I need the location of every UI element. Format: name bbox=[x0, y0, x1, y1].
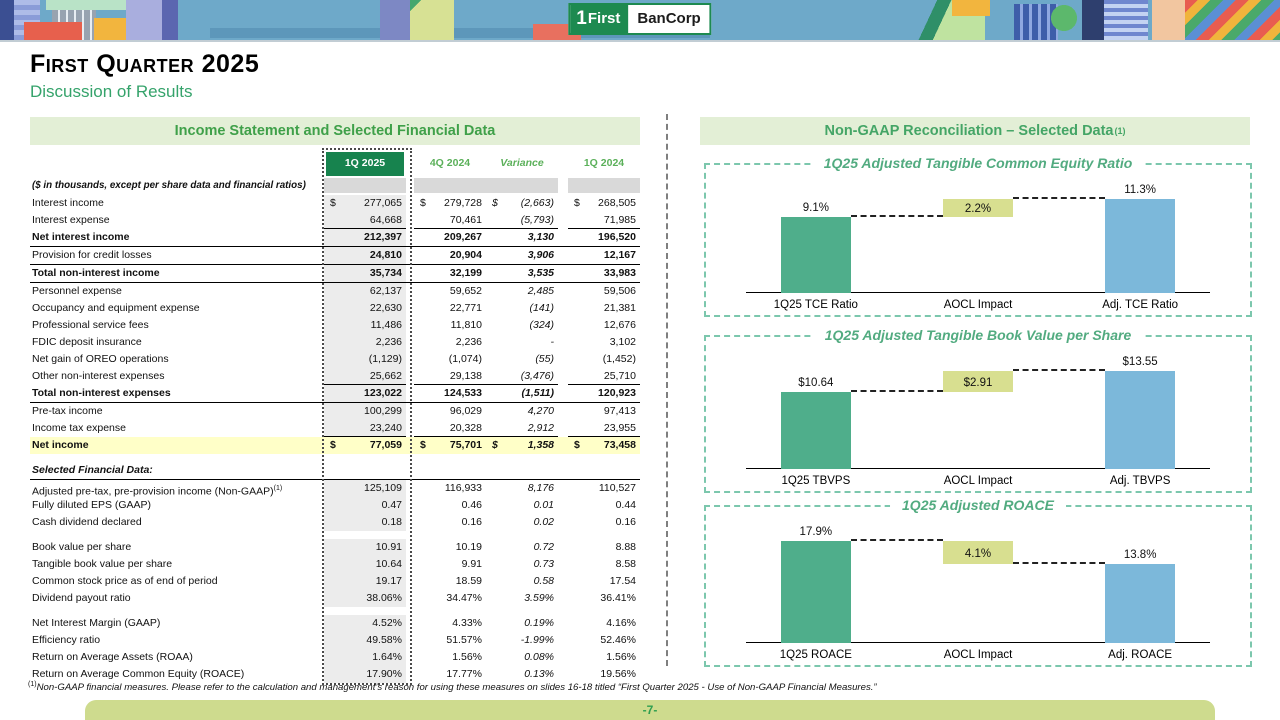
column-header-1q2024: 1Q 2024 bbox=[568, 152, 640, 176]
waterfall-chart-tbvps: 1Q25 TBVPS $10.64 AOCL Impact $2.91 Adj. TBV… bbox=[736, 355, 1220, 487]
category-label: 1Q25 TCE Ratio bbox=[741, 299, 891, 311]
chart-title-tbvps: 1Q25 Adjusted Tangible Book Value per Sh… bbox=[813, 327, 1144, 343]
table-row: Cash dividend declared0.180.160.020.16 bbox=[30, 514, 640, 531]
table-row: Provision for credit losses24,81020,9043… bbox=[30, 247, 640, 265]
waterfall-chart-roace: 1Q25 ROACE 17.9% AOCL Impact 4.1% Adj. ROACE… bbox=[736, 525, 1220, 661]
table-row: Dividend payout ratio38.06%34.47%3.59%36… bbox=[30, 590, 640, 607]
table-row: Interest income$277,065$279,728$(2,663)$… bbox=[30, 195, 640, 212]
table-row: Total non-interest income35,73432,1993,5… bbox=[30, 265, 640, 283]
chart-title-roace: 1Q25 Adjusted ROACE bbox=[890, 497, 1066, 513]
value-label: 17.9% bbox=[756, 526, 876, 538]
waterfall-bar bbox=[781, 541, 851, 643]
table-row: Other non-interest expenses25,66229,138(… bbox=[30, 368, 640, 385]
column-header-4q2024: 4Q 2024 bbox=[414, 152, 486, 176]
connector-line bbox=[1013, 197, 1105, 199]
value-label: $13.55 bbox=[1080, 356, 1200, 368]
table-row: Net income$77,059$75,701$1,358$73,458 bbox=[30, 437, 640, 454]
value-label: 4.1% bbox=[918, 548, 1038, 560]
category-label: AOCL Impact bbox=[903, 649, 1053, 661]
value-label: $10.64 bbox=[756, 377, 876, 389]
table-header-row: 1Q 2025 4Q 2024 Variance 1Q 2024 bbox=[30, 152, 640, 176]
category-label: Adj. TCE Ratio bbox=[1065, 299, 1215, 311]
column-header-1q2025: 1Q 2025 bbox=[326, 152, 404, 176]
right-section-title-text: Non-GAAP Reconciliation – Selected Data bbox=[825, 123, 1114, 139]
waterfall-bar bbox=[781, 217, 851, 293]
chart-panel-tce-ratio: 1Q25 Adjusted Tangible Common Equity Rat… bbox=[704, 163, 1252, 317]
waterfall-bar bbox=[1105, 564, 1175, 643]
table-note-row: ($ in thousands, except per share data a… bbox=[30, 178, 640, 193]
category-label: Adj. ROACE bbox=[1065, 649, 1215, 661]
table-row: Income tax expense23,24020,3282,91223,95… bbox=[30, 420, 640, 437]
value-label: $2.91 bbox=[918, 377, 1038, 389]
connector-line bbox=[1013, 369, 1105, 371]
chart-panel-roace: 1Q25 Adjusted ROACE 1Q25 ROACE17.9%AOCL … bbox=[704, 505, 1252, 667]
page-subtitle: Discussion of Results bbox=[30, 82, 193, 102]
footnote-marker: (1) bbox=[28, 681, 37, 688]
table-row: Interest expense64,66870,461(5,793)71,98… bbox=[30, 212, 640, 229]
table-row: Net interest income212,397209,2673,13019… bbox=[30, 229, 640, 247]
table-row: Return on Average Assets (ROAA)1.64%1.56… bbox=[30, 649, 640, 666]
logo-first-block: 1First bbox=[570, 5, 628, 33]
table-row: Net gain of OREO operations(1,129)(1,074… bbox=[30, 351, 640, 368]
column-header-variance: Variance bbox=[486, 152, 558, 176]
right-section-title-footnote-marker: (1) bbox=[1115, 126, 1126, 136]
units-note: ($ in thousands, except per share data a… bbox=[30, 178, 324, 193]
waterfall-chart-tce-ratio: 1Q25 TCE Ratio 9.1% AOCL Impact 2.2% Adj. TC… bbox=[736, 183, 1220, 311]
slide: 1First BanCorp First Quarter 2025 Discus… bbox=[0, 0, 1280, 720]
footer-bar: -7- bbox=[85, 700, 1215, 720]
table-row: Book value per share10.9110.190.728.88 bbox=[30, 539, 640, 556]
table-row: FDIC deposit insurance2,2362,236-3,102 bbox=[30, 334, 640, 351]
category-label: AOCL Impact bbox=[903, 299, 1053, 311]
table-row: Occupancy and equipment expense22,63022,… bbox=[30, 300, 640, 317]
table-row: Personnel expense62,13759,6522,48559,506 bbox=[30, 283, 640, 300]
logo-first-text: First bbox=[588, 9, 621, 29]
left-section-header: Income Statement and Selected Financial … bbox=[30, 117, 640, 145]
table-row: Pre-tax income100,29996,0294,27097,413 bbox=[30, 403, 640, 420]
footnote: (1)Non-GAAP financial measures. Please r… bbox=[28, 681, 1248, 693]
table-row: Fully diluted EPS (GAAP)0.470.460.010.44 bbox=[30, 497, 640, 514]
page-number: -7- bbox=[85, 700, 1215, 720]
category-label: 1Q25 TBVPS bbox=[741, 475, 891, 487]
right-section-header: Non-GAAP Reconciliation – Selected Data(… bbox=[700, 117, 1250, 145]
value-label: 2.2% bbox=[918, 203, 1038, 215]
logo-bancorp-block: BanCorp bbox=[628, 5, 709, 33]
table-row: Adjusted pre-tax, pre-provision income (… bbox=[30, 480, 640, 497]
table-row: Tangible book value per share10.649.910.… bbox=[30, 556, 640, 573]
income-table-body: Interest income$277,065$279,728$(2,663)$… bbox=[30, 195, 640, 683]
chart-title-tce-ratio: 1Q25 Adjusted Tangible Common Equity Rat… bbox=[812, 155, 1145, 171]
connector-line bbox=[1013, 562, 1105, 564]
category-label: AOCL Impact bbox=[903, 475, 1053, 487]
panel-divider-line bbox=[666, 114, 668, 666]
table-row: Efficiency ratio49.58%51.57%-1.99%52.46% bbox=[30, 632, 640, 649]
table-row: Professional service fees11,48611,810(32… bbox=[30, 317, 640, 334]
footnote-text: Non-GAAP financial measures. Please refe… bbox=[37, 682, 877, 693]
table-row bbox=[30, 607, 640, 615]
category-label: Adj. TBVPS bbox=[1065, 475, 1215, 487]
value-label: 13.8% bbox=[1080, 549, 1200, 561]
category-label: 1Q25 ROACE bbox=[741, 649, 891, 661]
waterfall-bar bbox=[1105, 371, 1175, 469]
chart-panel-tbvps: 1Q25 Adjusted Tangible Book Value per Sh… bbox=[704, 335, 1252, 493]
waterfall-bar bbox=[781, 392, 851, 469]
income-statement-table: 1Q 2025 4Q 2024 Variance 1Q 2024 ($ in t… bbox=[30, 152, 640, 683]
firstbancorp-logo: 1First BanCorp bbox=[568, 3, 711, 35]
waterfall-bar bbox=[1105, 199, 1175, 293]
connector-line bbox=[851, 215, 943, 217]
table-row: Total non-interest expenses123,022124,53… bbox=[30, 385, 640, 403]
value-label: 9.1% bbox=[756, 202, 876, 214]
table-row bbox=[30, 531, 640, 539]
table-row bbox=[30, 454, 640, 462]
value-label: 11.3% bbox=[1080, 184, 1200, 196]
table-row: Selected Financial Data: bbox=[30, 462, 640, 480]
table-row: Common stock price as of end of period19… bbox=[30, 573, 640, 590]
city-skyline-banner: 1First BanCorp bbox=[0, 0, 1280, 42]
page-title: First Quarter 2025 bbox=[30, 50, 259, 79]
connector-line bbox=[851, 390, 943, 392]
connector-line bbox=[851, 539, 943, 541]
table-row: Net Interest Margin (GAAP)4.52%4.33%0.19… bbox=[30, 615, 640, 632]
logo-one: 1 bbox=[576, 9, 587, 29]
